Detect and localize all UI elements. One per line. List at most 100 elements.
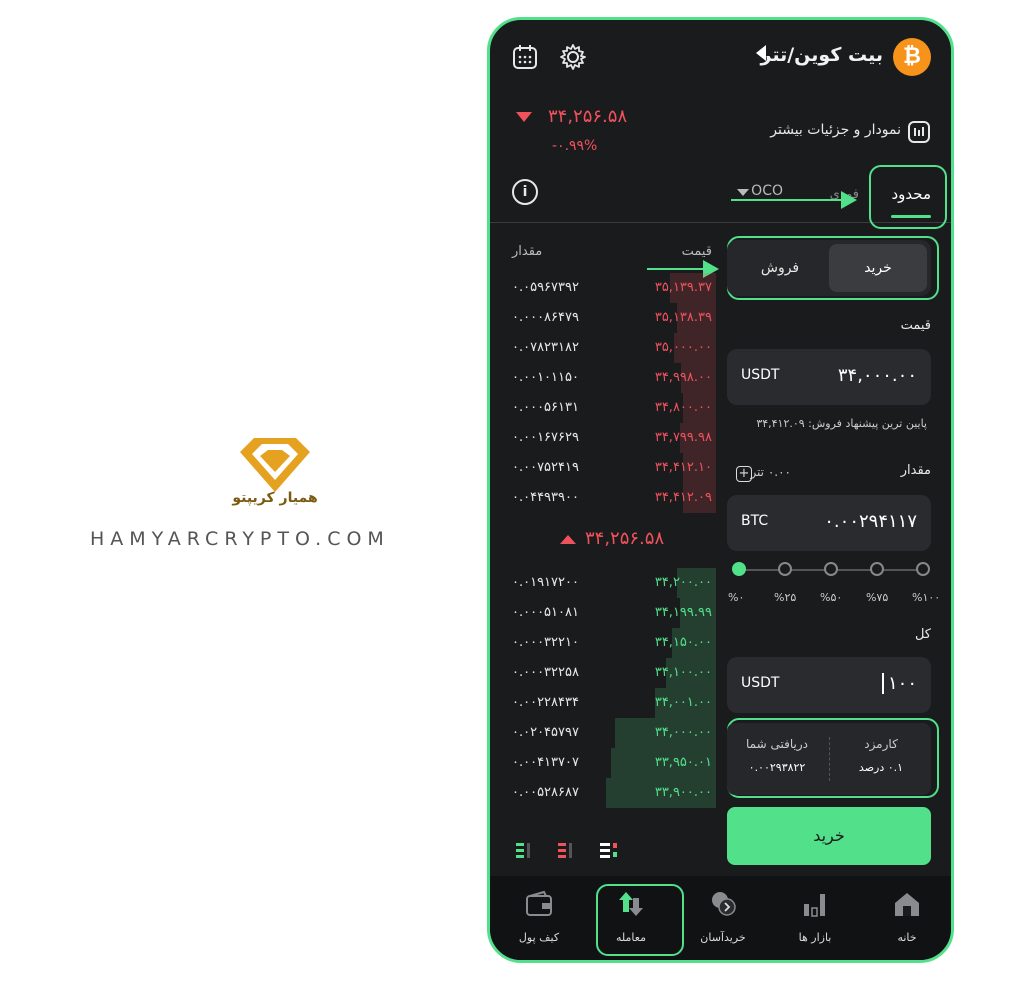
- ask-row[interactable]: ۰.۰۰۰۵۶۱۳۱ ۳۴,۸۰۰.۰۰: [508, 393, 716, 423]
- ask-row[interactable]: ۰.۰۰۱۶۷۶۲۹ ۳۴,۷۹۹.۹۸: [508, 423, 716, 453]
- row-qty: ۰.۰۷۸۲۳۱۸۲: [512, 340, 579, 355]
- price-value[interactable]: ۳۴,۰۰۰.۰۰: [838, 365, 917, 386]
- bid-row[interactable]: ۰.۰۰۰۵۱۰۸۱ ۳۴,۱۹۹.۹۹: [508, 598, 716, 628]
- sell-tab-button[interactable]: فروش: [731, 244, 829, 292]
- total-label: کل: [914, 627, 931, 642]
- total-value[interactable]: ۱۰۰: [881, 673, 917, 694]
- price-currency: USDT: [741, 367, 780, 383]
- row-price: ۳۴,۱۵۰.۰۰: [654, 635, 712, 650]
- nav-easy-buy[interactable]: خریدآسان: [685, 888, 761, 950]
- deposit-plus-icon[interactable]: +: [736, 466, 752, 482]
- ask-row[interactable]: ۰.۰۴۴۹۳۹۰۰ ۳۴,۴۱۲.۰۹: [508, 483, 716, 513]
- row-qty: ۰.۰۰۱۶۷۶۲۹: [512, 430, 579, 445]
- chart-bars-icon[interactable]: [907, 120, 931, 144]
- price-down-icon: [516, 112, 532, 122]
- view-bids-icon[interactable]: [514, 840, 538, 860]
- nav-home[interactable]: خانه: [869, 888, 945, 950]
- bid-row[interactable]: ۰.۰۰۵۲۸۶۸۷ ۳۳,۹۰۰.۰۰: [508, 778, 716, 808]
- available-balance: ۰.۰۰ تتر: [750, 465, 791, 479]
- price-label: قیمت: [900, 318, 931, 333]
- nav-wallet[interactable]: کیف پول: [501, 888, 577, 950]
- arrow-to-buy-sell: [647, 268, 705, 270]
- price-input[interactable]: USDT ۳۴,۰۰۰.۰۰: [727, 349, 931, 405]
- amount-currency: BTC: [741, 513, 769, 529]
- row-price: ۳۴,۱۹۹.۹۹: [654, 605, 712, 620]
- orderbook-mid-price: ۳۴,۲۵۶.۵۸: [585, 528, 665, 549]
- tab-oco[interactable]: OCO: [751, 183, 783, 199]
- ask-row[interactable]: ۰.۰۰۷۵۲۴۱۹ ۳۴,۴۱۲.۱۰: [508, 453, 716, 483]
- fee-value: ۰.۱ درصد: [858, 761, 904, 774]
- receive-value: ۰.۰۰۲۹۳۸۲۲: [748, 761, 806, 774]
- fee-summary: کارمزد ۰.۱ درصد دریافتی شما ۰.۰۰۲۹۳۸۲۲: [727, 723, 931, 795]
- brand-site: HAMYARCRYPTO.COM: [90, 528, 390, 550]
- pair-select-arrow-icon[interactable]: [756, 45, 766, 61]
- gear-icon[interactable]: [558, 42, 588, 72]
- row-qty: ۰.۰۲۰۴۵۷۹۷: [512, 725, 579, 740]
- slider-stop-label: %۵۰: [820, 591, 843, 604]
- bid-row[interactable]: ۰.۰۲۰۴۵۷۹۷ ۳۴,۰۰۰.۰۰: [508, 718, 716, 748]
- row-price: ۳۵,۱۳۸.۳۹: [654, 310, 712, 325]
- row-price: ۳۴,۹۹۸.۰۰: [654, 370, 712, 385]
- ticker-row: ۳۴,۲۵۶.۵۸ -۰.۹۹% نمودار و جزئیات بیشتر: [490, 98, 951, 168]
- buy-tab-button[interactable]: خرید: [829, 244, 927, 292]
- total-input[interactable]: USDT ۱۰۰: [727, 657, 931, 713]
- easy-buy-icon: [712, 892, 736, 916]
- view-both-icon[interactable]: [598, 840, 622, 860]
- row-price: ۳۴,۴۱۲.۱۰: [654, 460, 712, 475]
- amount-value[interactable]: ۰.۰۰۲۹۴۱۱۷: [824, 511, 917, 532]
- row-qty: ۰.۰۰۴۱۳۷۰۷: [512, 755, 579, 770]
- slider-stop[interactable]: [870, 562, 884, 576]
- row-price: ۳۵,۱۳۹.۳۷: [654, 280, 712, 295]
- row-price: ۳۳,۹۵۰.۰۱: [654, 755, 712, 770]
- slider-stop-label: %۲۵: [774, 591, 797, 604]
- price-change: -۰.۹۹%: [552, 138, 598, 154]
- arrow-to-limit-tab: [731, 199, 841, 201]
- nav-easy-buy-label: خریدآسان: [700, 931, 746, 944]
- ask-row[interactable]: ۰.۰۰۱۰۱۱۵۰ ۳۴,۹۹۸.۰۰: [508, 363, 716, 393]
- row-qty: ۰.۰۰۰۸۶۴۷۹: [512, 310, 579, 325]
- home-icon: [895, 893, 919, 916]
- receive-label: دریافتی شما: [746, 737, 808, 751]
- slider-stop-label: %۰: [728, 591, 745, 604]
- amount-input[interactable]: BTC ۰.۰۰۲۹۴۱۱۷: [727, 495, 931, 551]
- ask-row[interactable]: ۰.۰۵۹۶۷۳۹۲ ۳۵,۱۳۹.۳۷: [508, 273, 716, 303]
- price-up-icon: [560, 535, 576, 544]
- slider-stop-label: %۷۵: [866, 591, 889, 604]
- row-qty: ۰.۰۰۷۵۲۴۱۹: [512, 460, 579, 475]
- pair-title[interactable]: بیت کوین/تتر: [761, 44, 883, 66]
- row-price: ۳۴,۱۰۰.۰۰: [654, 665, 712, 680]
- row-price: ۳۴,۸۰۰.۰۰: [654, 400, 712, 415]
- bid-row[interactable]: ۰.۰۰۴۱۳۷۰۷ ۳۳,۹۵۰.۰۱: [508, 748, 716, 778]
- ask-row[interactable]: ۰.۰۷۸۲۳۱۸۲ ۳۵,۰۰۰.۰۰: [508, 333, 716, 363]
- view-asks-icon[interactable]: [556, 840, 580, 860]
- fee-column: کارمزد ۰.۱ درصد: [835, 737, 927, 774]
- oco-dropdown-icon[interactable]: [737, 189, 749, 196]
- nav-home-label: خانه: [897, 931, 917, 944]
- nav-markets[interactable]: بازار ها: [777, 888, 853, 950]
- buy-submit-button[interactable]: خرید: [727, 807, 931, 865]
- row-qty: ۰.۰۰۱۰۱۱۵۰: [512, 370, 579, 385]
- slider-stop[interactable]: [916, 562, 930, 576]
- bid-row[interactable]: ۰.۰۰۲۲۸۴۳۴ ۳۴,۰۰۱.۰۰: [508, 688, 716, 718]
- row-price: ۳۴,۰۰۱.۰۰: [654, 695, 712, 710]
- header: ₿ بیت کوین/تتر: [490, 20, 951, 92]
- bid-row[interactable]: ۰.۰۰۰۳۲۲۵۸ ۳۴,۱۰۰.۰۰: [508, 658, 716, 688]
- wallet-icon: [526, 890, 552, 916]
- row-qty: ۰.۰۰۲۲۸۴۳۴: [512, 695, 579, 710]
- chart-details-link[interactable]: نمودار و جزئیات بیشتر: [770, 122, 901, 138]
- row-qty: ۰.۰۰۰۳۲۲۱۰: [512, 635, 579, 650]
- slider-stop[interactable]: [778, 562, 792, 576]
- bid-row[interactable]: ۰.۰۱۹۱۷۲۰۰ ۳۴,۲۰۰.۰۰: [508, 568, 716, 598]
- row-price: ۳۳,۹۰۰.۰۰: [654, 785, 712, 800]
- ask-row[interactable]: ۰.۰۰۰۸۶۴۷۹ ۳۵,۱۳۸.۳۹: [508, 303, 716, 333]
- bid-row[interactable]: ۰.۰۰۰۳۲۲۱۰ ۳۴,۱۵۰.۰۰: [508, 628, 716, 658]
- row-qty: ۰.۰۰۰۵۶۱۳۱: [512, 400, 579, 415]
- brand-block: همیار کریپتو HAMYARCRYPTO.COM: [60, 420, 480, 570]
- slider-stop[interactable]: [732, 562, 746, 576]
- slider-stop[interactable]: [824, 562, 838, 576]
- info-icon[interactable]: i: [512, 179, 538, 205]
- row-price: ۳۴,۲۰۰.۰۰: [654, 575, 712, 590]
- calendar-icon[interactable]: [510, 42, 540, 72]
- total-currency: USDT: [741, 675, 780, 691]
- row-qty: ۰.۰۱۹۱۷۲۰۰: [512, 575, 579, 590]
